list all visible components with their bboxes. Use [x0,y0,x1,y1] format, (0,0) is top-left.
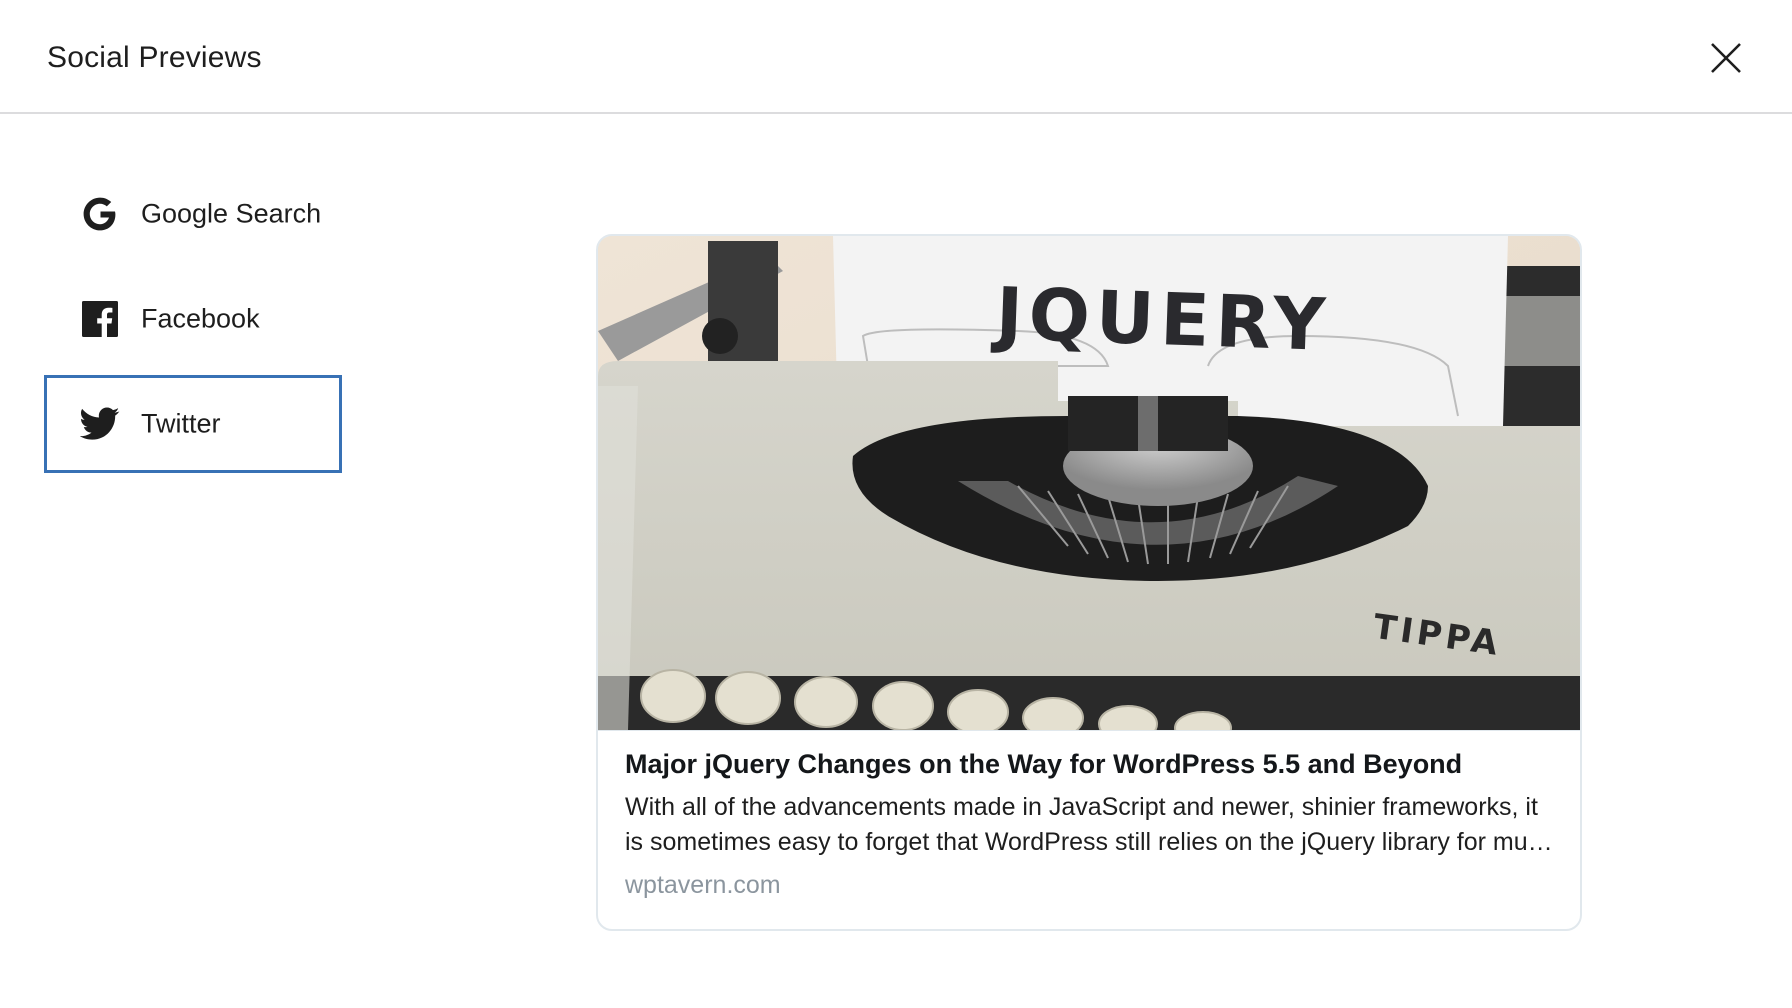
card-title: Major jQuery Changes on the Way for Word… [625,749,1463,779]
card-domain: wptavern.com [625,871,781,899]
image-typed-text: JQUERY [990,271,1333,367]
modal-header: Social Previews [0,0,1792,114]
card-body: Major jQuery Changes on the Way for Word… [625,746,1555,902]
preview-tabs: Google Search Facebook Twitter [44,165,342,480]
google-icon [80,194,120,234]
card-description: With all of the advancements made in Jav… [625,793,1555,856]
tab-twitter[interactable]: Twitter [44,375,342,473]
tab-label: Google Search [141,198,322,229]
tab-google-search[interactable]: Google Search [44,165,342,263]
modal-title: Social Previews [47,41,262,74]
card-image: JQUERY TIPPA [598,236,1580,731]
close-button[interactable] [1700,32,1752,84]
twitter-icon [80,404,120,444]
twitter-card-preview: JQUERY TIPPA Major jQuery Changes on the… [596,234,1582,931]
tab-facebook[interactable]: Facebook [44,270,342,368]
social-previews-modal: Social Previews Google Search Facebook T… [0,0,1792,1008]
tab-label: Facebook [141,303,260,334]
facebook-icon [80,299,120,339]
tab-label: Twitter [141,408,221,439]
close-icon [1711,43,1741,73]
